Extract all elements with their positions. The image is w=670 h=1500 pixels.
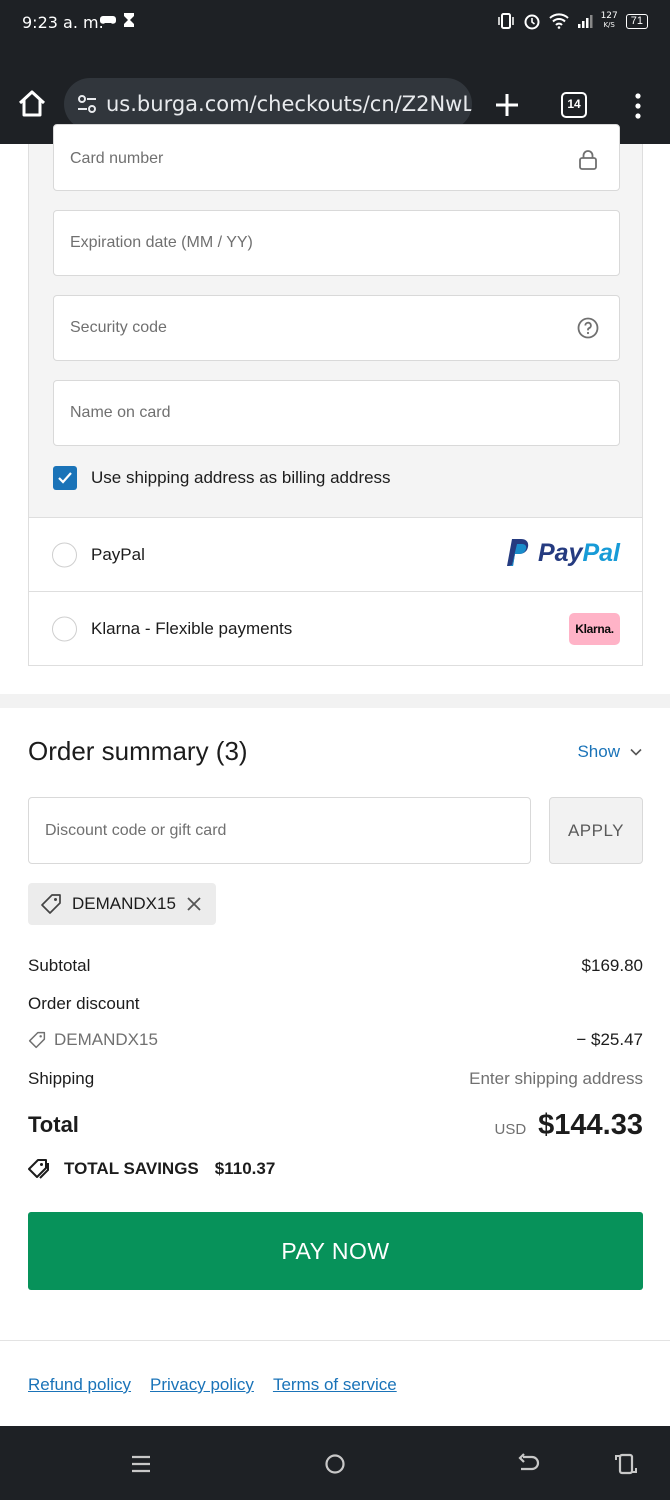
signal-icon <box>577 15 593 28</box>
paypal-logo: PayPal <box>506 538 620 568</box>
game-controller-icon <box>100 16 116 24</box>
status-time: 9:23 a. m. <box>22 13 104 32</box>
klarna-option[interactable]: Klarna - Flexible payments Klarna. <box>28 591 643 666</box>
order-discount-row: Order discount <box>28 994 643 1014</box>
discount-code-field[interactable] <box>28 797 531 864</box>
apply-button[interactable]: APPLY <box>549 797 643 864</box>
alarm-icon <box>524 14 540 30</box>
new-tab-icon[interactable] <box>490 88 524 122</box>
paypal-p-icon <box>506 539 529 566</box>
tag-icon <box>41 894 61 914</box>
home-nav-icon[interactable] <box>321 1450 349 1478</box>
remove-code-icon[interactable] <box>186 896 202 912</box>
card-number-field[interactable]: Card number <box>53 124 620 191</box>
order-discount-label: Order discount <box>28 994 140 1013</box>
total-row: Total USD $144.33 <box>28 1105 643 1145</box>
chevron-down-icon[interactable] <box>630 748 642 756</box>
tag-icon <box>28 1031 46 1049</box>
shipping-row: Shipping Enter shipping address <box>28 1069 643 1089</box>
card-number-placeholder: Card number <box>70 150 164 167</box>
discount-code-row: DEMANDX15 − $25.47 <box>28 1030 643 1050</box>
footer-divider <box>0 1340 670 1341</box>
subtotal-label: Subtotal <box>28 956 91 975</box>
total-label: Total <box>28 1112 79 1137</box>
applied-code-text: DEMANDX15 <box>72 894 176 913</box>
terms-of-service-link[interactable]: Terms of service <box>273 1375 397 1395</box>
subtotal-value: $169.80 <box>581 956 643 975</box>
billing-checkbox-label: Use shipping address as billing address <box>91 468 391 487</box>
rotate-screen-icon[interactable] <box>612 1450 640 1478</box>
paypal-label: PayPal <box>91 544 145 564</box>
system-nav-bar <box>0 1426 670 1500</box>
security-code-field[interactable]: Security code <box>53 295 620 361</box>
tab-switcher-button[interactable]: 14 <box>561 92 587 118</box>
url-text[interactable]: us.burga.com/checkouts/cn/Z2NwLW <box>106 92 472 116</box>
status-bar: 9:23 a. m. 127 K/S 71 <box>0 0 670 60</box>
more-menu-icon[interactable] <box>628 92 648 120</box>
security-code-placeholder: Security code <box>70 319 167 336</box>
credit-card-panel: Card number Expiration date (MM / YY) Se… <box>28 124 643 518</box>
savings-value: $110.37 <box>214 1159 276 1178</box>
klarna-logo: Klarna. <box>569 613 620 645</box>
discount-code-label: DEMANDX15 <box>54 1030 158 1049</box>
savings-label: TOTAL SAVINGS <box>64 1159 199 1178</box>
total-savings-row: TOTAL SAVINGS $110.37 <box>28 1158 275 1180</box>
show-label[interactable]: Show <box>577 742 620 762</box>
currency-label: USD <box>494 1120 527 1138</box>
tags-icon <box>28 1159 49 1179</box>
expiration-placeholder: Expiration date (MM / YY) <box>70 234 253 251</box>
wifi-icon <box>548 13 569 29</box>
vibrate-icon <box>497 13 514 29</box>
site-settings-icon[interactable] <box>76 93 98 115</box>
network-speed: 127 K/S <box>600 11 618 30</box>
name-on-card-placeholder: Name on card <box>70 404 171 421</box>
billing-address-toggle[interactable]: Use shipping address as billing address <box>53 466 391 490</box>
status-system-icons: 127 K/S 71 <box>497 12 648 30</box>
footer-links: Refund policy Privacy policy Terms of se… <box>28 1375 397 1395</box>
subtotal-row: Subtotal $169.80 <box>28 956 643 976</box>
section-divider <box>0 694 670 708</box>
total-amount: $144.33 <box>538 1108 643 1141</box>
klarna-radio[interactable] <box>52 616 77 641</box>
pay-now-button[interactable]: PAY NOW <box>28 1212 643 1290</box>
back-icon[interactable] <box>514 1450 542 1478</box>
shipping-value: Enter shipping address <box>469 1069 643 1088</box>
klarna-label: Klarna - Flexible payments <box>91 618 293 638</box>
billing-checkbox[interactable] <box>53 466 77 490</box>
help-circle-icon[interactable] <box>577 317 599 339</box>
address-bar[interactable]: us.burga.com/checkouts/cn/Z2NwLW <box>64 78 472 130</box>
checkmark-icon <box>58 472 72 484</box>
discount-value: − $25.47 <box>576 1030 643 1049</box>
shipping-label: Shipping <box>28 1069 95 1088</box>
order-summary-title: Order summary (3) <box>28 736 248 766</box>
expiration-date-field[interactable]: Expiration date (MM / YY) <box>53 210 620 276</box>
discount-code-input[interactable] <box>29 798 530 863</box>
hourglass-icon <box>124 13 134 27</box>
paypal-radio[interactable] <box>52 542 77 567</box>
applied-code-chip: DEMANDX15 <box>28 883 216 925</box>
privacy-policy-link[interactable]: Privacy policy <box>150 1375 254 1395</box>
paypal-option[interactable]: PayPal PayPal <box>28 517 643 592</box>
battery-icon: 71 <box>625 13 648 29</box>
status-notification-icons <box>100 13 134 27</box>
lock-icon <box>579 150 597 170</box>
home-icon[interactable] <box>16 88 48 120</box>
refund-policy-link[interactable]: Refund policy <box>28 1375 131 1395</box>
name-on-card-field[interactable]: Name on card <box>53 380 620 446</box>
show-summary-toggle[interactable]: Show <box>577 742 642 762</box>
recent-apps-icon[interactable] <box>127 1450 155 1478</box>
